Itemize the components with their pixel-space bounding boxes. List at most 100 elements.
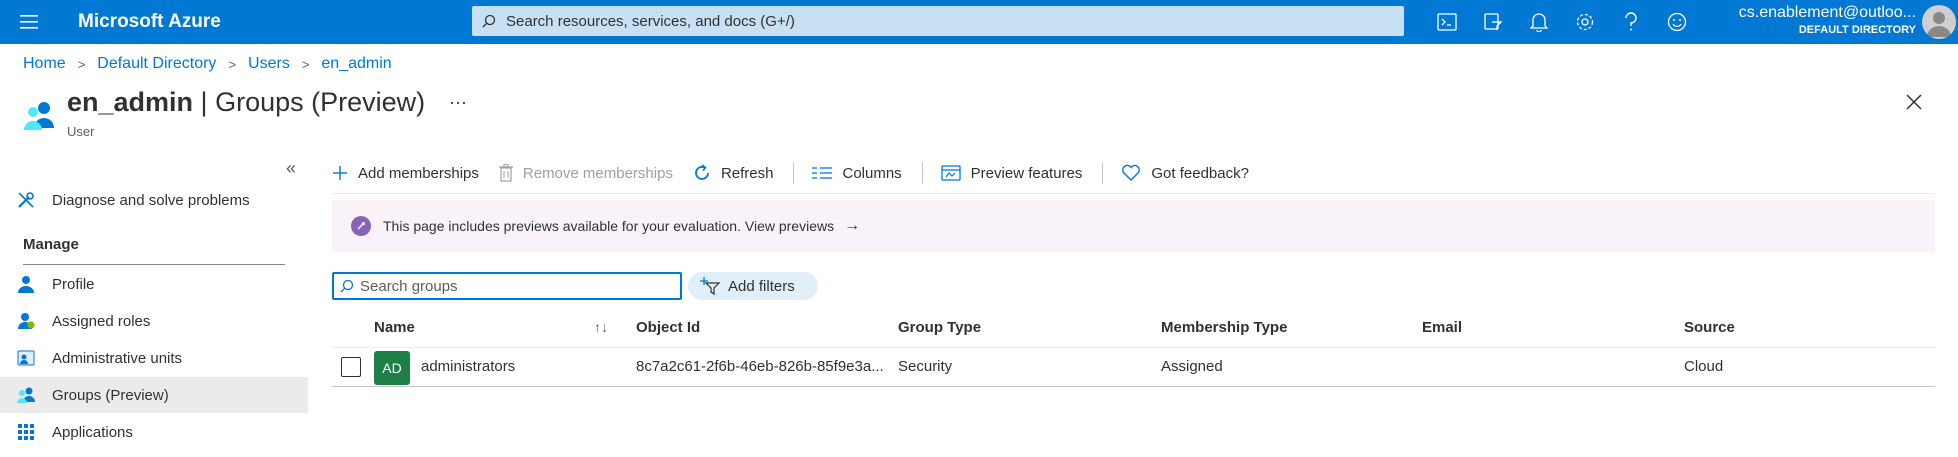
global-search-placeholder: Search resources, services, and docs (G+… xyxy=(506,12,795,30)
feedback-button[interactable]: Got feedback? xyxy=(1121,164,1249,182)
more-options-icon[interactable]: ··· xyxy=(449,92,467,113)
divider xyxy=(332,386,1935,387)
gear-icon[interactable] xyxy=(1562,0,1608,44)
assigned-roles-icon xyxy=(0,312,52,330)
group-type-cell: Security xyxy=(898,358,953,375)
object-id-cell: 8c7a2c61-2f6b-46eb-826b-85f9e3a... xyxy=(636,358,884,375)
chevron-right-icon: > xyxy=(77,56,86,72)
sidebar-item-label: Diagnose and solve problems xyxy=(52,191,250,209)
group-name-link[interactable]: administrators xyxy=(421,358,515,375)
columns-label: Columns xyxy=(842,164,902,182)
help-icon[interactable] xyxy=(1608,0,1654,44)
chevron-right-icon: > xyxy=(301,56,310,72)
user-icon xyxy=(0,275,52,293)
add-filters-button[interactable]: Add filters xyxy=(688,272,818,300)
add-memberships-label: Add memberships xyxy=(358,164,479,182)
remove-memberships-button[interactable]: Remove memberships xyxy=(498,164,673,182)
directory-filter-icon[interactable] xyxy=(1470,0,1516,44)
arrow-right-icon[interactable]: → xyxy=(844,217,860,235)
collapse-sidebar-icon[interactable]: « xyxy=(286,158,296,179)
sidebar-item-diagnose[interactable]: Diagnose and solve problems xyxy=(0,182,308,218)
page-title: en_admin | Groups (Preview) xyxy=(67,87,425,118)
column-header-group-type[interactable]: Group Type xyxy=(898,319,981,336)
divider xyxy=(793,162,795,184)
search-groups-input[interactable] xyxy=(360,277,660,295)
sidebar-item-applications[interactable]: Applications xyxy=(0,414,308,450)
page-title-separator: | xyxy=(193,87,216,117)
column-header-source[interactable]: Source xyxy=(1684,319,1735,336)
sidebar-item-label: Applications xyxy=(52,423,133,441)
trash-icon xyxy=(498,164,513,182)
divider xyxy=(332,193,1935,194)
account-directory: DEFAULT DIRECTORY xyxy=(1798,24,1916,36)
admin-units-icon xyxy=(0,349,52,367)
row-checkbox[interactable] xyxy=(341,357,361,377)
search-icon xyxy=(340,279,354,293)
page-title-section: Groups (Preview) xyxy=(215,87,426,117)
divider xyxy=(1102,162,1104,184)
breadcrumb-en-admin[interactable]: en_admin xyxy=(321,55,391,73)
account-menu[interactable]: cs.enablement@outloo... DEFAULT DIRECTOR… xyxy=(1706,3,1916,37)
brand-title[interactable]: Microsoft Azure xyxy=(78,11,472,33)
add-filters-label: Add filters xyxy=(728,277,795,295)
sort-icon[interactable]: ↑↓ xyxy=(594,319,608,335)
command-bar: Add memberships Remove memberships Refre… xyxy=(332,158,1269,188)
divider xyxy=(332,347,1935,348)
refresh-label: Refresh xyxy=(720,164,774,182)
sidebar-item-groups[interactable]: Groups (Preview) xyxy=(0,377,308,413)
preview-features-button[interactable]: Preview features xyxy=(941,164,1083,182)
search-groups-field[interactable] xyxy=(332,272,682,300)
sidebar-item-administrative-units[interactable]: Administrative units xyxy=(0,340,308,376)
divider xyxy=(23,264,285,265)
preview-features-icon xyxy=(941,165,961,181)
feedback-smiley-icon[interactable] xyxy=(1654,0,1700,44)
hamburger-menu-icon[interactable] xyxy=(0,0,58,44)
page-subtitle: User xyxy=(67,124,95,139)
bell-icon[interactable] xyxy=(1516,0,1562,44)
breadcrumb-home[interactable]: Home xyxy=(23,55,66,73)
sidebar-item-label: Groups (Preview) xyxy=(52,386,169,404)
refresh-icon xyxy=(695,164,709,180)
refresh-button[interactable]: Refresh xyxy=(693,164,774,182)
column-header-object-id[interactable]: Object Id xyxy=(636,319,700,336)
column-header-membership-type[interactable]: Membership Type xyxy=(1161,319,1287,336)
sidebar-item-profile[interactable]: Profile xyxy=(0,266,308,302)
breadcrumb-users[interactable]: Users xyxy=(248,55,290,73)
plus-icon xyxy=(333,166,347,180)
group-avatar: AD xyxy=(374,351,410,385)
add-memberships-button[interactable]: Add memberships xyxy=(332,165,479,182)
sidebar-item-label: Administrative units xyxy=(52,349,183,367)
source-cell: Cloud xyxy=(1684,358,1724,375)
column-header-name[interactable]: Name xyxy=(374,319,415,336)
column-header-email[interactable]: Email xyxy=(1422,319,1462,336)
membership-type-cell: Assigned xyxy=(1161,358,1223,375)
preview-banner: This page includes previews available fo… xyxy=(332,200,1935,252)
groups-icon xyxy=(0,386,52,404)
cloud-shell-icon[interactable] xyxy=(1424,0,1470,44)
feedback-label: Got feedback? xyxy=(1151,164,1249,182)
page-title-entity: en_admin xyxy=(67,87,194,117)
preview-features-label: Preview features xyxy=(970,164,1083,182)
global-search-input[interactable]: Search resources, services, and docs (G+… xyxy=(472,6,1404,36)
rocket-icon xyxy=(351,216,371,236)
filter-icon xyxy=(700,277,720,295)
avatar[interactable] xyxy=(1922,5,1956,39)
search-icon xyxy=(472,14,506,28)
breadcrumb: Home > Default Directory > Users > en_ad… xyxy=(23,55,392,73)
sidebar-item-label: Profile xyxy=(52,275,95,293)
columns-button[interactable]: Columns xyxy=(812,164,902,182)
banner-text[interactable]: This page includes previews available fo… xyxy=(383,218,834,234)
sidebar-item-label: Assigned roles xyxy=(52,312,151,330)
manage-heading: Manage xyxy=(23,236,79,253)
sidebar-item-assigned-roles[interactable]: Assigned roles xyxy=(0,303,308,339)
heart-icon xyxy=(1122,164,1141,181)
applications-grid-icon xyxy=(0,424,52,440)
divider xyxy=(921,162,923,184)
breadcrumb-default-directory[interactable]: Default Directory xyxy=(97,55,216,73)
users-icon xyxy=(22,98,58,134)
account-email: cs.enablement@outloo... xyxy=(1738,4,1916,21)
close-icon[interactable] xyxy=(1906,94,1922,115)
columns-icon xyxy=(812,167,833,179)
remove-memberships-label: Remove memberships xyxy=(522,164,673,182)
wrench-icon xyxy=(0,191,52,209)
